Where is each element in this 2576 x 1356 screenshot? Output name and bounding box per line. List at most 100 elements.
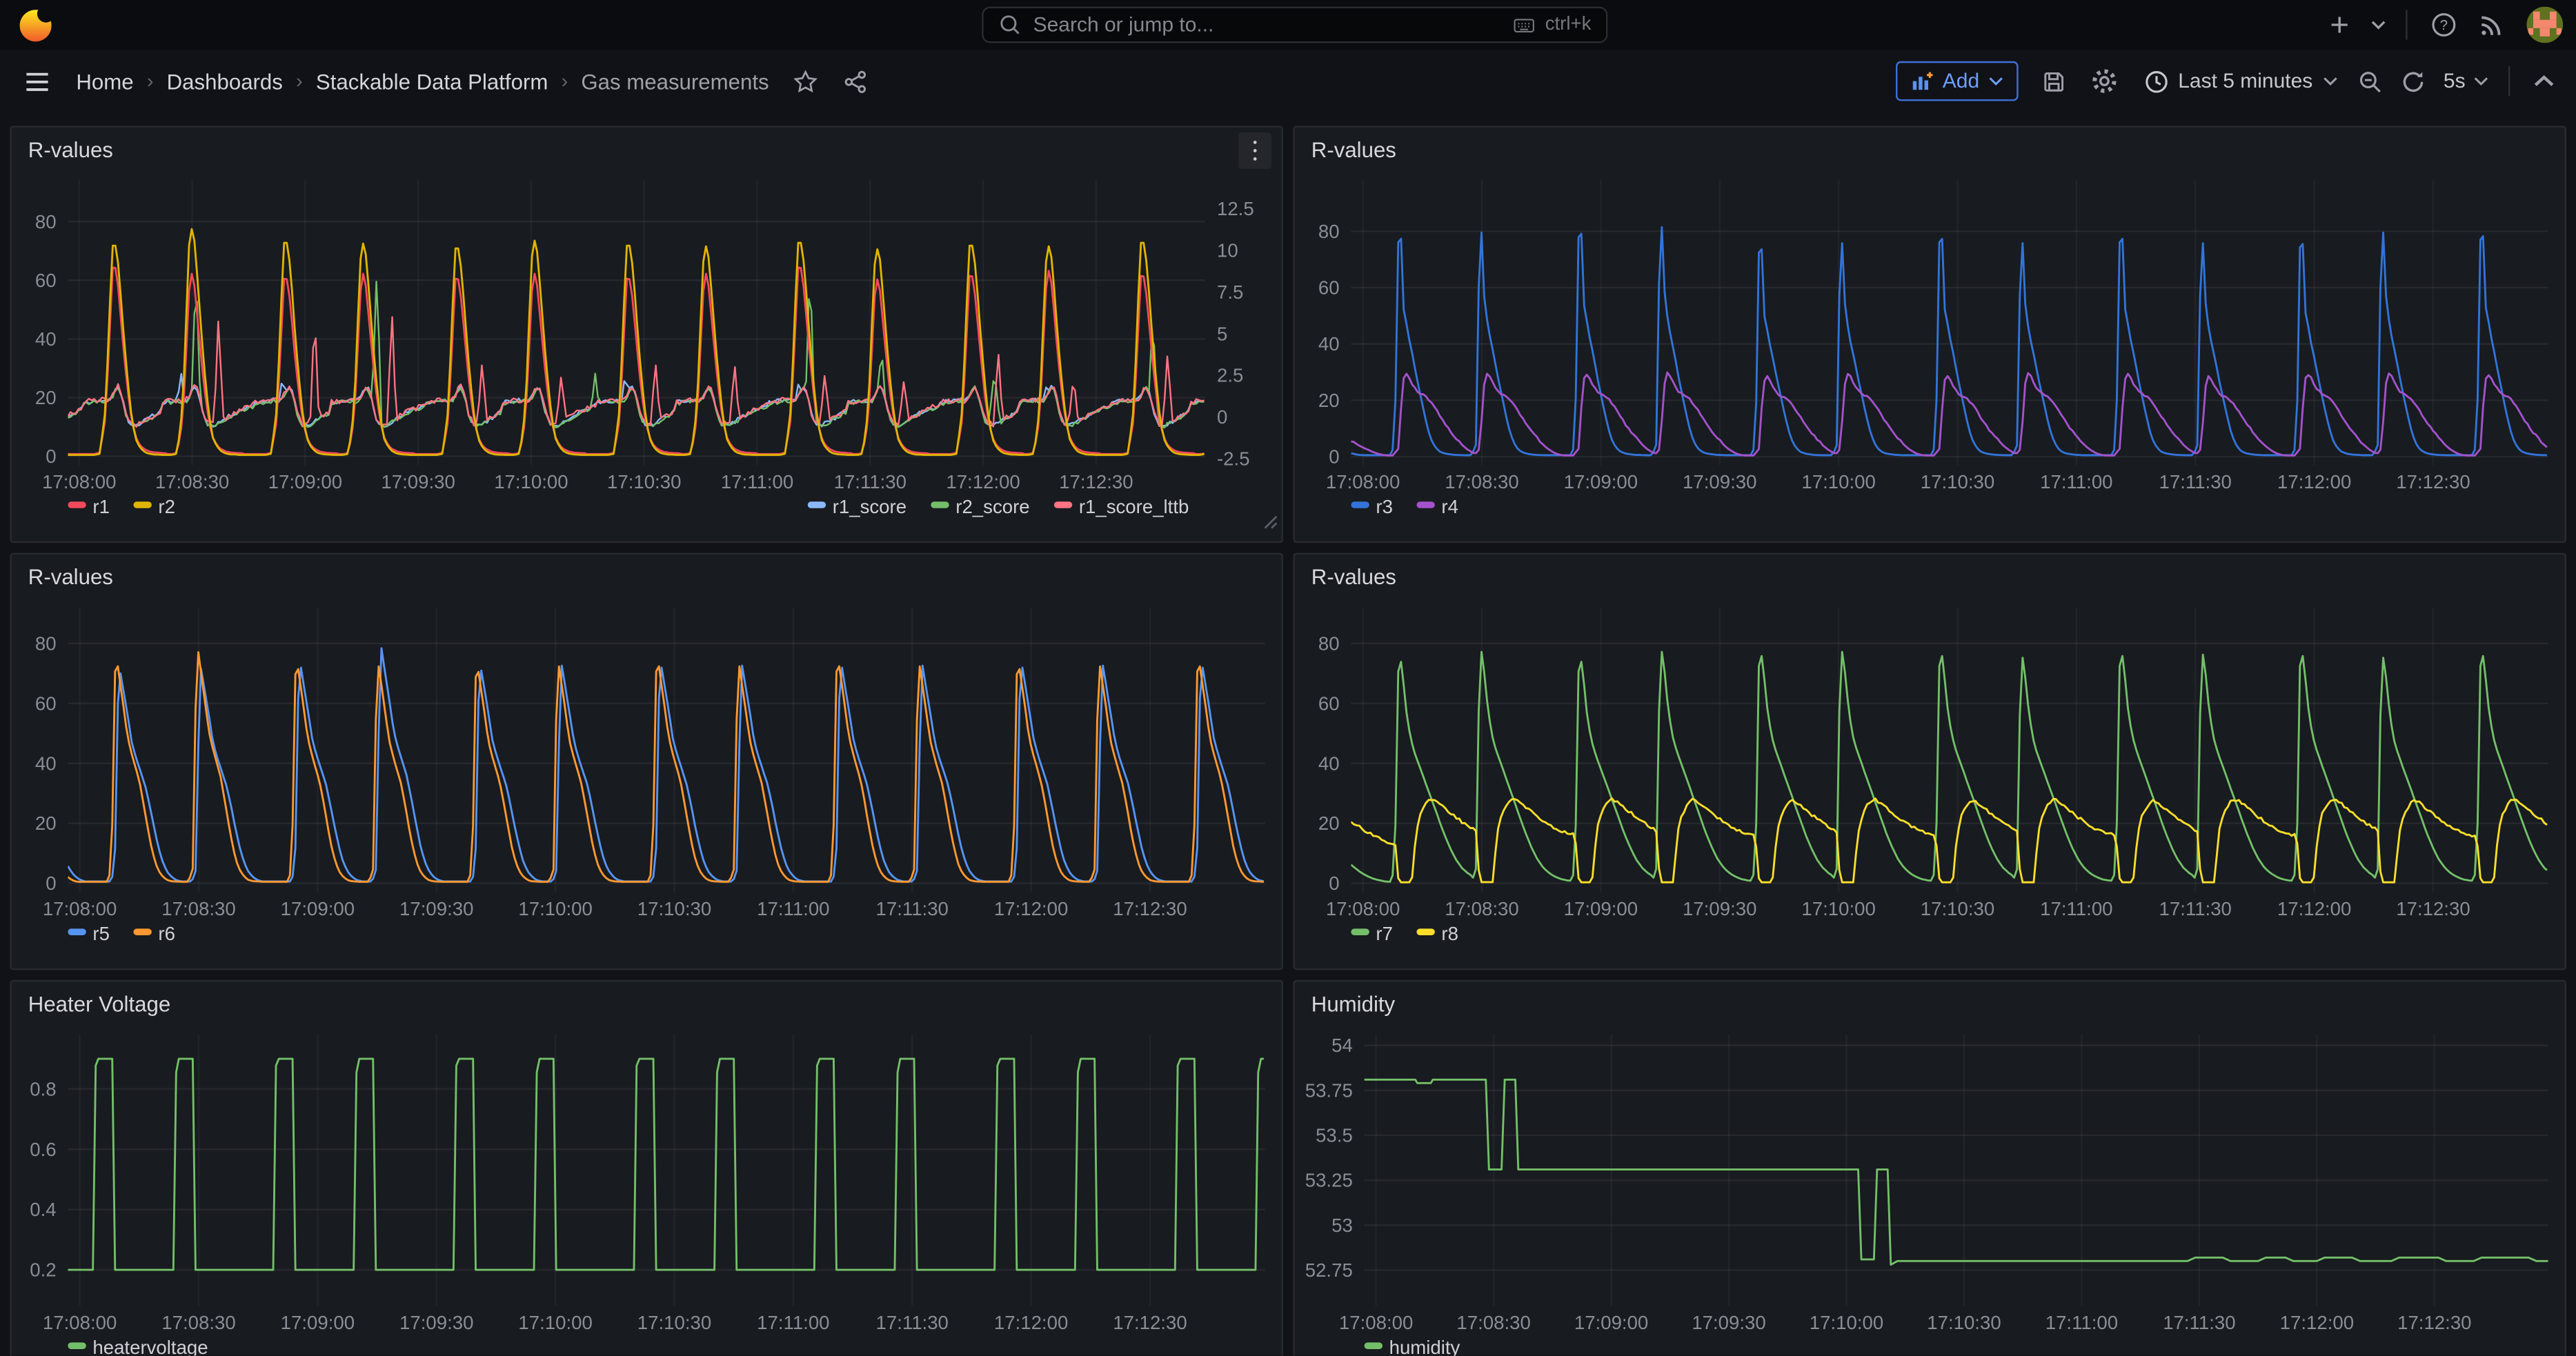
svg-text:17:08:30: 17:08:30 [155, 471, 229, 492]
panel-title[interactable]: R-values [1311, 564, 1396, 588]
svg-text:17:08:00: 17:08:00 [1339, 1312, 1413, 1333]
user-avatar[interactable] [2526, 7, 2563, 43]
time-range-picker[interactable]: Last 5 minutes [2133, 69, 2347, 94]
svg-text:17:10:30: 17:10:30 [1921, 471, 1994, 492]
svg-text:40: 40 [1318, 752, 1340, 774]
refresh-button[interactable] [2394, 61, 2434, 101]
svg-text:17:10:00: 17:10:00 [494, 471, 568, 492]
share-icon[interactable] [835, 61, 875, 101]
svg-text:60: 60 [1318, 692, 1340, 714]
svg-text:17:10:00: 17:10:00 [518, 898, 592, 919]
svg-text:17:12:30: 17:12:30 [2396, 898, 2470, 919]
panel-title[interactable]: Humidity [1311, 990, 1395, 1015]
svg-text:17:12:00: 17:12:00 [2277, 471, 2351, 492]
svg-text:0: 0 [1329, 873, 1339, 894]
svg-text:17:11:00: 17:11:00 [757, 1312, 829, 1333]
svg-text:17:09:30: 17:09:30 [399, 898, 473, 919]
svg-text:17:08:30: 17:08:30 [1456, 1312, 1530, 1333]
svg-text:40: 40 [35, 328, 57, 350]
favorite-star-icon[interactable] [786, 61, 826, 101]
panel-r-values-1: R-values 17:08:0017:08:3017:09:0017:09:3… [10, 126, 1283, 543]
save-button[interactable] [2034, 61, 2074, 101]
svg-text:r1_score: r1_score [833, 496, 906, 517]
panel-r-values-2: R-values 17:08:0017:08:3017:09:0017:09:3… [1293, 126, 2566, 543]
svg-text:17:11:30: 17:11:30 [834, 471, 906, 492]
top-bar: Search or jump to... ctrl+k [0, 0, 2576, 50]
breadcrumb-current: Gas measurements [581, 69, 769, 94]
svg-text:53: 53 [1331, 1215, 1353, 1236]
keyboard-icon [1512, 14, 1537, 35]
svg-text:17:11:00: 17:11:00 [721, 471, 793, 492]
timeseries-chart[interactable]: 17:08:0017:08:3017:09:0017:09:3017:10:00… [12, 170, 1282, 541]
timeseries-chart[interactable]: 17:08:0017:08:3017:09:0017:09:3017:10:00… [1295, 1025, 2565, 1356]
svg-text:20: 20 [35, 387, 57, 408]
panel-resize-handle[interactable] [1263, 508, 1278, 538]
svg-text:humidity: humidity [1389, 1337, 1460, 1355]
timeseries-chart[interactable]: 17:08:00 17:08:30 17:09:00 17:09:30 17:10:00… [12, 597, 1282, 968]
svg-text:17:12:00: 17:12:00 [2277, 898, 2351, 919]
svg-text:?: ? [2440, 18, 2448, 33]
svg-text:r8: r8 [1441, 923, 1458, 944]
panel-title[interactable]: R-values [28, 564, 113, 588]
svg-text:17:12:00: 17:12:00 [994, 898, 1068, 919]
svg-text:17:10:00: 17:10:00 [1801, 471, 1875, 492]
svg-text:17:09:00: 17:09:00 [281, 898, 355, 919]
breadcrumb-home[interactable]: Home [76, 69, 133, 94]
svg-text:17:09:30: 17:09:30 [1683, 471, 1756, 492]
toolbar-actions: Add Last [1896, 50, 2564, 112]
svg-text:60: 60 [35, 692, 57, 714]
kiosk-collapse-button[interactable] [2524, 61, 2564, 101]
divider [2508, 66, 2510, 96]
add-button[interactable]: Add [1896, 61, 2018, 101]
svg-text:20: 20 [1318, 812, 1340, 834]
svg-text:17:10:00: 17:10:00 [1810, 1312, 1883, 1333]
search-input[interactable]: Search or jump to... ctrl+k [982, 7, 1607, 43]
panel-header: R-values [12, 128, 1282, 170]
search-shortcut: ctrl+k [1512, 14, 1592, 35]
timeseries-chart[interactable]: 17:08:0017:08:3017:09:0017:09:3017:10:00… [1295, 597, 2565, 968]
svg-text:10: 10 [1217, 240, 1238, 261]
svg-text:r1: r1 [92, 496, 110, 517]
breadcrumb-folder[interactable]: Stackable Data Platform [316, 69, 548, 94]
svg-text:r2_score: r2_score [955, 496, 1029, 517]
svg-text:17:11:30: 17:11:30 [876, 1312, 949, 1333]
refresh-interval-picker[interactable]: 5s [2437, 70, 2495, 93]
search-icon [998, 13, 1022, 37]
svg-text:17:09:00: 17:09:00 [1564, 898, 1638, 919]
news-rss-icon[interactable] [2470, 5, 2510, 45]
timeseries-chart[interactable]: 17:08:0017:08:3017:09:0017:09:3017:10:00… [1295, 170, 2565, 541]
svg-text:17:08:30: 17:08:30 [161, 898, 235, 919]
settings-gear-icon[interactable] [2083, 61, 2123, 101]
new-chevron-down-icon[interactable] [2366, 5, 2390, 45]
svg-text:17:11:30: 17:11:30 [876, 898, 949, 919]
panel-menu-kebab-icon[interactable] [1238, 132, 1271, 169]
timeseries-chart[interactable]: 17:08:0017:08:3017:09:0017:09:3017:10:00… [12, 1025, 1282, 1356]
top-bar-actions: ? [2319, 0, 2563, 50]
search-placeholder: Search or jump to... [1033, 13, 1500, 37]
zoom-out-button[interactable] [2351, 61, 2391, 101]
breadcrumb-dashboards[interactable]: Dashboards [167, 69, 283, 94]
menu-hamburger-icon[interactable] [17, 61, 57, 101]
svg-text:r2: r2 [158, 496, 175, 517]
svg-text:17:08:00: 17:08:00 [43, 898, 117, 919]
grafana-logo-icon[interactable] [17, 5, 57, 45]
svg-text:17:12:00: 17:12:00 [994, 1312, 1068, 1333]
grafana-app: Search or jump to... ctrl+k [0, 0, 2576, 1356]
panel-title[interactable]: R-values [28, 137, 113, 161]
svg-text:17:09:30: 17:09:30 [399, 1312, 473, 1333]
svg-text:17:08:00: 17:08:00 [43, 1312, 117, 1333]
panel-title[interactable]: Heater Voltage [28, 990, 170, 1015]
svg-text:52.75: 52.75 [1305, 1259, 1353, 1281]
svg-text:5: 5 [1217, 323, 1227, 344]
svg-text:r3: r3 [1376, 496, 1393, 517]
panel-title[interactable]: R-values [1311, 137, 1396, 161]
svg-text:0: 0 [1329, 446, 1339, 468]
svg-text:0: 0 [1217, 406, 1227, 428]
svg-text:r4: r4 [1441, 496, 1458, 517]
chevron-down-icon [1988, 76, 2003, 86]
svg-text:17:10:00: 17:10:00 [518, 1312, 592, 1333]
svg-text:7.5: 7.5 [1217, 281, 1243, 303]
new-plus-button[interactable] [2319, 5, 2359, 45]
help-icon[interactable]: ? [2424, 5, 2464, 45]
panel-humidity: Humidity 17:08:0017:08:3017:09:0017:09:3… [1293, 980, 2566, 1356]
